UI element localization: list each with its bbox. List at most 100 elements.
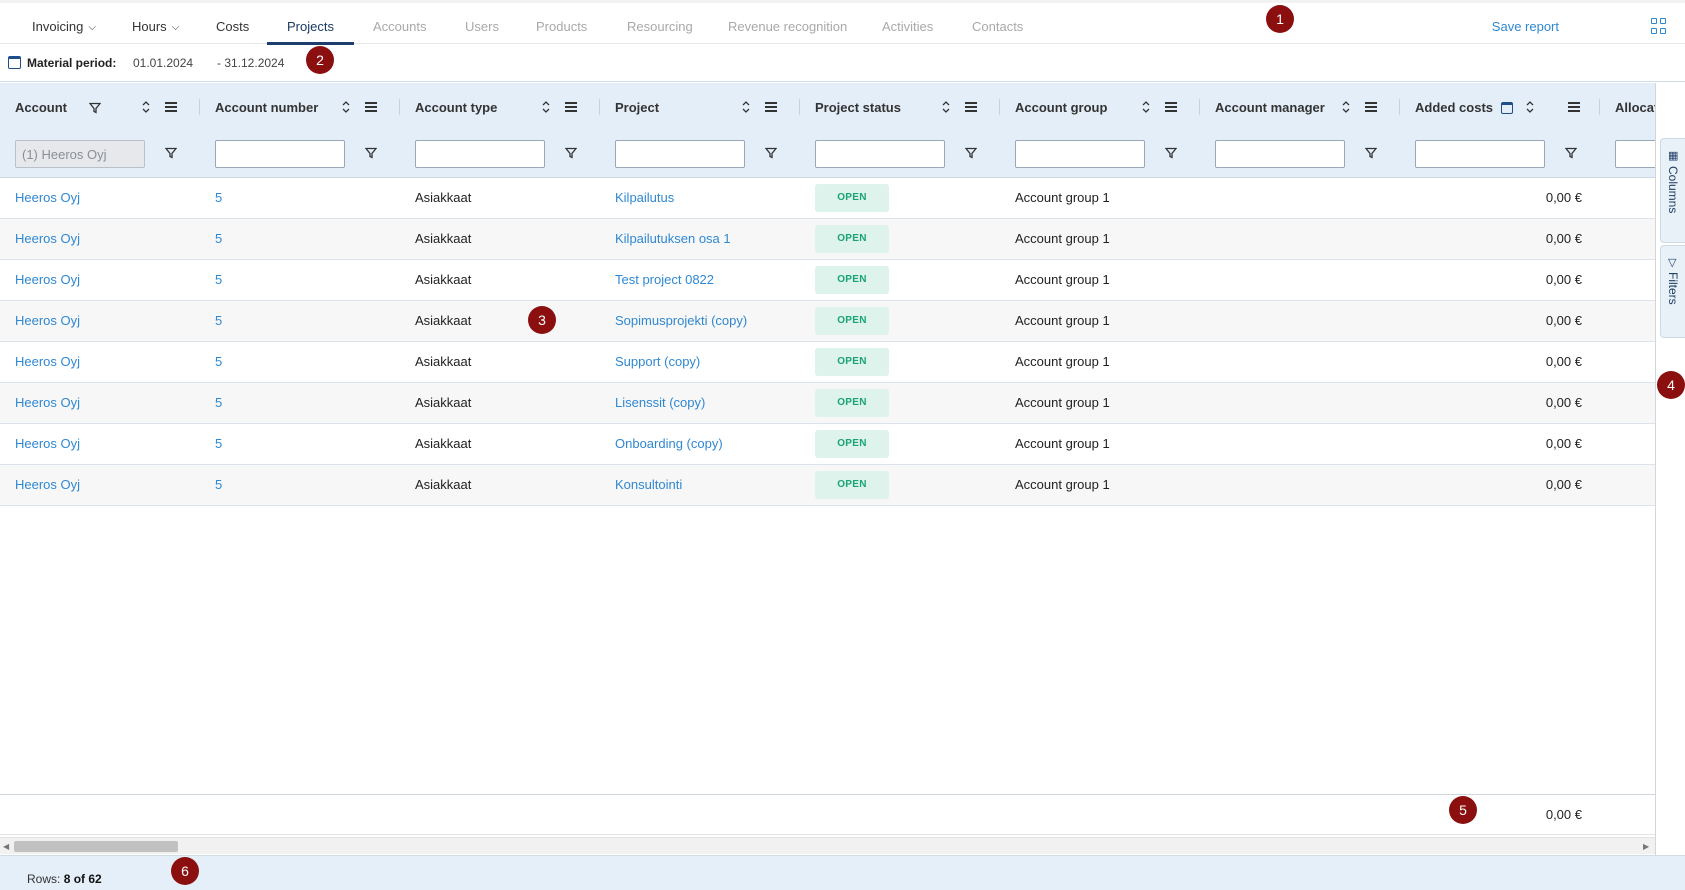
period-end-date[interactable]: - 31.12.2024 [217,56,284,70]
column-filter-input[interactable] [15,140,145,168]
account-number-link[interactable]: 5 [215,424,222,464]
sort-icon[interactable] [741,100,751,114]
column-menu-icon[interactable] [965,102,977,112]
period-start-date[interactable]: 01.01.2024 [133,56,193,70]
project-link[interactable]: Kilpailutus [615,178,674,218]
table-row[interactable]: Heeros Oyj 5 Asiakkaat Test project 0822 OPE… [0,260,1655,301]
tab-users[interactable]: Users [465,13,499,41]
tab-products[interactable]: Products [536,13,587,41]
table-row[interactable]: Heeros Oyj 5 Asiakkaat Support (copy) OPEN Ac… [0,342,1655,383]
columns-panel-tab[interactable]: ▦ Columns [1660,138,1685,243]
account-link[interactable]: Heeros Oyj [15,465,80,505]
account-link[interactable]: Heeros Oyj [15,260,80,300]
tab-hours[interactable]: Hours ⌵ [132,13,179,41]
tab-invoicing[interactable]: Invoicing ⌵ [32,13,96,41]
column-menu-icon[interactable] [165,102,177,112]
header-filter-active-icon[interactable] [89,102,101,114]
column-header-added-costs[interactable]: Added costs [1400,83,1600,177]
calendar-icon[interactable] [1501,102,1513,114]
save-report-button[interactable]: Save report [1492,13,1559,41]
project-link[interactable]: Onboarding (copy) [615,424,723,464]
tab-projects[interactable]: Projects [287,13,334,41]
tab-revenue-recognition[interactable]: Revenue recognition [728,13,847,41]
table-row[interactable]: Heeros Oyj 5 Asiakkaat Lisenssit (copy) OPEN… [0,383,1655,424]
column-header-project-status[interactable]: Project status [800,83,1000,177]
project-link[interactable]: Lisenssit (copy) [615,383,705,423]
column-filter-input[interactable] [415,140,545,168]
filter-icon[interactable] [1565,147,1577,159]
account-number-link[interactable]: 5 [215,219,222,259]
column-filter-input[interactable] [1615,140,1655,168]
table-row[interactable]: Heeros Oyj 5 Asiakkaat Kilpailutus OPEN Accou… [0,178,1655,219]
filter-icon[interactable] [1165,147,1177,159]
account-group-cell: Account group 1 [1015,477,1110,492]
tab-resourcing[interactable]: Resourcing [627,13,693,41]
tab-costs[interactable]: Costs [216,13,249,41]
column-menu-icon[interactable] [1568,102,1580,112]
horizontal-scrollbar[interactable]: ◀ ▶ [0,837,1655,854]
sort-icon[interactable] [141,100,151,114]
tab-accounts[interactable]: Accounts [373,13,426,41]
scroll-left-icon[interactable]: ◀ [3,842,9,851]
column-menu-icon[interactable] [565,102,577,112]
account-number-link[interactable]: 5 [215,301,222,341]
account-link[interactable]: Heeros Oyj [15,342,80,382]
column-menu-icon[interactable] [765,102,777,112]
column-header-account-group[interactable]: Account group [1000,83,1200,177]
column-header-allocat[interactable]: Allocat [1600,83,1655,177]
table-row[interactable]: Heeros Oyj 5 Asiakkaat Onboarding (copy) OPE… [0,424,1655,465]
column-filter-input[interactable] [1415,140,1545,168]
account-link[interactable]: Heeros Oyj [15,219,80,259]
sort-icon[interactable] [1341,100,1351,114]
column-title: Added costs [1415,100,1494,115]
column-menu-icon[interactable] [1165,102,1177,112]
column-header-account[interactable]: Account [0,83,200,177]
column-filter-input[interactable] [215,140,345,168]
tab-contacts[interactable]: Contacts [972,13,1023,41]
account-number-link[interactable]: 5 [215,383,222,423]
account-link[interactable]: Heeros Oyj [15,424,80,464]
table-row[interactable]: Heeros Oyj 5 Asiakkaat Kilpailutuksen osa 1… [0,219,1655,260]
filters-panel-tab[interactable]: ▽ Filters [1660,245,1685,338]
grid-icon[interactable] [1651,18,1667,34]
column-header-account-number[interactable]: Account number [200,83,400,177]
column-menu-icon[interactable] [365,102,377,112]
account-link[interactable]: Heeros Oyj [15,301,80,341]
column-header-account-manager[interactable]: Account manager [1200,83,1400,177]
column-filter-input[interactable] [615,140,745,168]
account-link[interactable]: Heeros Oyj [15,178,80,218]
project-link[interactable]: Kilpailutuksen osa 1 [615,219,731,259]
sort-icon[interactable] [941,100,951,114]
sort-icon[interactable] [341,100,351,114]
calendar-icon[interactable] [8,56,21,69]
tab-activities[interactable]: Activities [882,13,933,41]
account-link[interactable]: Heeros Oyj [15,383,80,423]
table-row[interactable]: Heeros Oyj 5 Asiakkaat Konsultointi OPEN Acco… [0,465,1655,506]
scroll-right-icon[interactable]: ▶ [1643,842,1649,851]
column-menu-icon[interactable] [1365,102,1377,112]
column-header-account-type[interactable]: Account type [400,83,600,177]
filter-icon[interactable] [765,147,777,159]
account-number-link[interactable]: 5 [215,465,222,505]
column-filter-input[interactable] [1215,140,1345,168]
filter-icon[interactable] [165,147,177,159]
column-header-project[interactable]: Project [600,83,800,177]
filter-icon[interactable] [365,147,377,159]
project-link[interactable]: Konsultointi [615,465,682,505]
account-number-link[interactable]: 5 [215,178,222,218]
sort-icon[interactable] [1141,100,1151,114]
column-filter-input[interactable] [815,140,945,168]
account-number-link[interactable]: 5 [215,260,222,300]
project-link[interactable]: Sopimusprojekti (copy) [615,301,747,341]
project-link[interactable]: Test project 0822 [615,260,714,300]
project-link[interactable]: Support (copy) [615,342,700,382]
account-number-link[interactable]: 5 [215,342,222,382]
scrollbar-thumb[interactable] [14,841,178,852]
sort-icon[interactable] [1525,100,1535,114]
filter-icon[interactable] [1365,147,1377,159]
filter-icon[interactable] [565,147,577,159]
filter-icon[interactable] [965,147,977,159]
sort-icon[interactable] [541,100,551,114]
table-row[interactable]: Heeros Oyj 5 Asiakkaat Sopimusprojekti (cop… [0,301,1655,342]
column-filter-input[interactable] [1015,140,1145,168]
